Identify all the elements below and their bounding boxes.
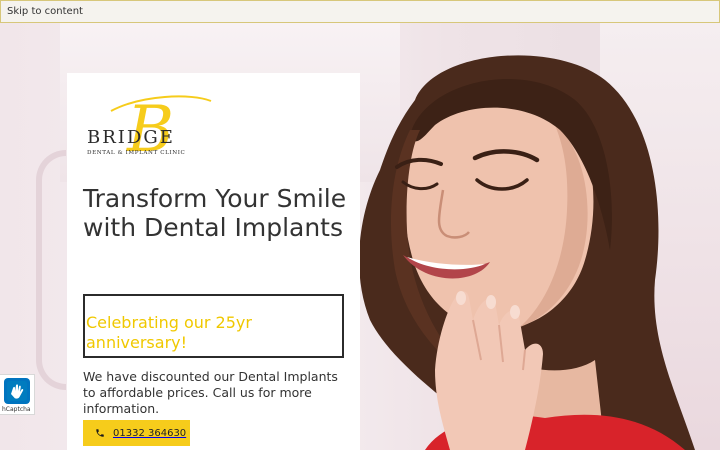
anniversary-text: Celebrating our 25yr anniversary!	[86, 313, 252, 352]
fingernail	[486, 295, 496, 309]
skip-link-bar: Skip to content	[0, 0, 720, 23]
logo-tagline: DENTAL & IMPLANT CLINIC	[87, 150, 185, 156]
bridge-logo[interactable]: B BRIDGE DENTAL & IMPLANT CLINIC	[81, 91, 216, 161]
logo-wordmark: BRIDGE	[87, 127, 175, 148]
hcaptcha-icon	[4, 378, 30, 404]
fingernail	[510, 305, 520, 319]
call-button-label: 01332 364630	[113, 427, 187, 439]
fingernail	[456, 291, 466, 305]
skip-to-content-link[interactable]: Skip to content	[7, 6, 83, 17]
background-mirror	[36, 150, 66, 390]
hero-card: B BRIDGE DENTAL & IMPLANT CLINIC Transfo…	[67, 73, 360, 450]
phone-icon	[96, 429, 104, 437]
call-phone-button[interactable]: 01332 364630	[83, 420, 190, 446]
hero-photo	[359, 55, 695, 450]
hcaptcha-label: hCaptcha	[2, 406, 31, 413]
hcaptcha-badge[interactable]: hCaptcha	[0, 374, 35, 415]
promo-text: We have discounted our Dental Implants t…	[83, 369, 338, 416]
page-title: Transform Your Smile with Dental Implant…	[83, 184, 347, 242]
anniversary-box: Celebrating our 25yr anniversary!	[83, 294, 344, 358]
